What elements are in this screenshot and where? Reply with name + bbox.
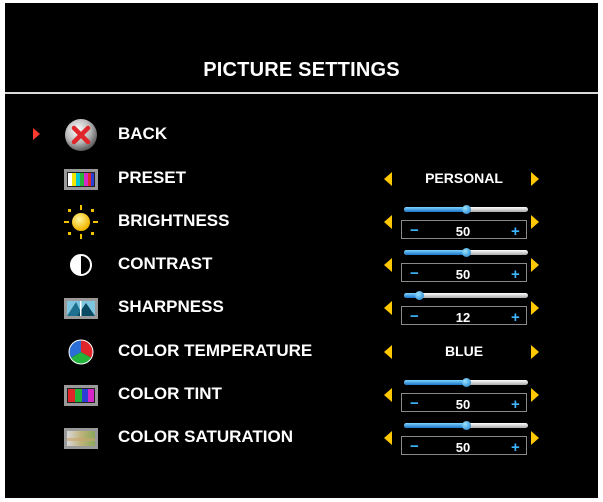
color-pie-icon — [63, 334, 99, 370]
close-x-icon — [63, 117, 99, 153]
menu-item-label: BACK — [118, 124, 168, 143]
menu-item-label: SHARPNESS — [118, 297, 224, 316]
decrease-arrow-icon[interactable] — [384, 345, 392, 359]
menu-item-contrast[interactable]: CONTRAST − 50 + — [5, 247, 598, 283]
decrease-arrow-icon[interactable] — [384, 215, 392, 229]
color-tint-slider[interactable]: − 50 + — [401, 377, 531, 413]
increase-arrow-icon[interactable] — [531, 388, 539, 402]
menu-item-label: COLOR SATURATION — [118, 427, 294, 446]
menu-item-preset[interactable]: PRESET PERSONAL — [5, 161, 598, 197]
color-tint-tv-icon — [63, 377, 99, 413]
slider-value: 50 — [455, 267, 471, 282]
half-circle-icon — [63, 247, 99, 283]
slider-knob[interactable] — [415, 291, 424, 300]
increase-arrow-icon[interactable] — [531, 301, 539, 315]
decrease-arrow-icon[interactable] — [384, 258, 392, 272]
decrease-arrow-icon[interactable] — [384, 431, 392, 445]
sharpness-tv-icon — [63, 290, 99, 326]
title-divider — [5, 92, 598, 94]
plus-icon: + — [511, 266, 520, 283]
menu-item-label: CONTRAST — [118, 254, 213, 273]
color-saturation-slider[interactable]: − 50 + — [401, 420, 531, 456]
slider-value: 50 — [455, 224, 471, 239]
increase-arrow-icon[interactable] — [531, 258, 539, 272]
slider-knob[interactable] — [462, 248, 471, 257]
increase-arrow-icon[interactable] — [531, 215, 539, 229]
brightness-slider[interactable]: − 50 + — [401, 204, 531, 240]
menu-item-label: PRESET — [118, 168, 187, 187]
slider-value: 50 — [455, 397, 471, 412]
slider-value: 50 — [455, 440, 471, 455]
plus-icon: + — [511, 396, 520, 413]
slider-knob[interactable] — [462, 378, 471, 387]
plus-icon: + — [511, 309, 520, 326]
plus-icon: + — [511, 439, 520, 456]
minus-icon: − — [410, 308, 419, 325]
slider-value: 12 — [455, 310, 471, 325]
sun-icon — [63, 204, 99, 240]
decrease-arrow-icon[interactable] — [384, 172, 392, 186]
decrease-arrow-icon[interactable] — [384, 301, 392, 315]
selection-cursor-icon — [33, 128, 40, 140]
slider-knob[interactable] — [462, 421, 471, 430]
menu-item-color-temperature[interactable]: COLOR TEMPERATURE BLUE — [5, 334, 598, 370]
color-saturation-tv-icon — [63, 420, 99, 456]
minus-icon: − — [410, 265, 419, 282]
menu-item-back[interactable]: BACK — [5, 117, 598, 153]
preset-value: PERSONAL — [425, 170, 503, 186]
minus-icon: − — [410, 395, 419, 412]
menu-item-color-tint[interactable]: COLOR TINT − 50 + — [5, 377, 598, 413]
contrast-slider[interactable]: − 50 + — [401, 247, 531, 283]
menu-item-label: COLOR TEMPERATURE — [118, 341, 313, 360]
slider-fill — [404, 250, 466, 255]
color-temperature-value: BLUE — [444, 343, 484, 359]
minus-icon: − — [410, 438, 419, 455]
decrease-arrow-icon[interactable] — [384, 388, 392, 402]
increase-arrow-icon[interactable] — [531, 431, 539, 445]
sharpness-slider[interactable]: − 12 + — [401, 290, 531, 326]
menu-item-sharpness[interactable]: SHARPNESS − 12 + — [5, 290, 598, 326]
minus-icon: − — [410, 222, 419, 239]
menu-item-color-saturation[interactable]: COLOR SATURATION − 50 + — [5, 420, 598, 456]
slider-fill — [404, 207, 466, 212]
slider-fill — [404, 380, 466, 385]
increase-arrow-icon[interactable] — [531, 345, 539, 359]
menu-item-label: BRIGHTNESS — [118, 211, 230, 230]
menu-item-brightness[interactable]: BRIGHTNESS − 50 + — [5, 204, 598, 240]
menu-title: PICTURE SETTINGS — [203, 59, 400, 81]
increase-arrow-icon[interactable] — [531, 172, 539, 186]
picture-settings-menu: PICTURE SETTINGS BACK PRESET PERSONAL BR… — [5, 3, 598, 498]
slider-knob[interactable] — [462, 205, 471, 214]
slider-fill — [404, 423, 466, 428]
menu-item-label: COLOR TINT — [118, 384, 222, 403]
plus-icon: + — [511, 223, 520, 240]
color-bars-tv-icon — [63, 161, 99, 197]
